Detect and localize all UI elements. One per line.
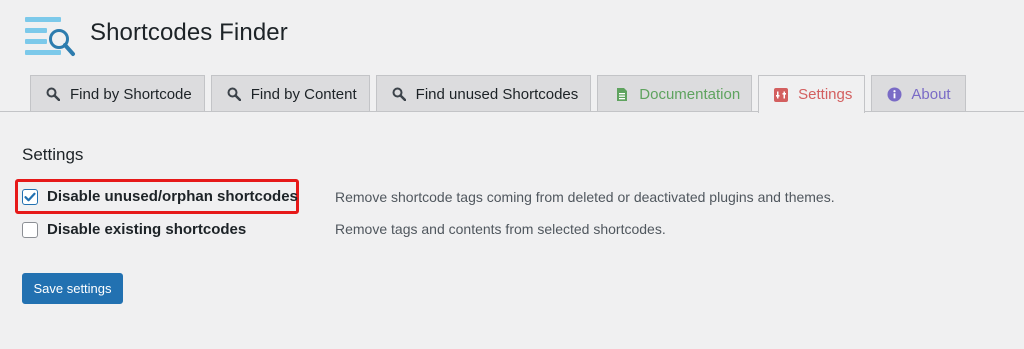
option-row-disable-unused: Disable unused/orphan shortcodes [22, 188, 298, 205]
tab-label: Find by Shortcode [70, 85, 192, 103]
tab-label: About [911, 85, 951, 103]
tab-find-unused-shortcodes[interactable]: Find unused Shortcodes [375, 75, 592, 112]
disable-unused-checkbox[interactable] [22, 188, 38, 205]
search-list-logo-icon [25, 14, 77, 58]
tab-documentation[interactable]: Documentation [597, 75, 753, 112]
disable-existing-checkbox[interactable] [22, 221, 38, 238]
tab-settings[interactable]: Settings [758, 75, 866, 113]
search-icon [391, 86, 407, 102]
option-row-disable-existing: Disable existing shortcodes [22, 221, 246, 238]
app-title: Shortcodes Finder [90, 19, 288, 46]
save-settings-button[interactable]: Save settings [22, 273, 123, 304]
app-header: Shortcodes Finder [25, 14, 288, 58]
document-icon [614, 86, 630, 102]
info-icon [886, 86, 902, 102]
tab-about[interactable]: About [871, 75, 966, 112]
tab-label: Find by Content [250, 85, 357, 103]
tabs-divider [0, 111, 1024, 112]
search-icon [45, 86, 61, 102]
checkmark-icon [24, 192, 36, 201]
tab-find-by-shortcode[interactable]: Find by Shortcode [30, 75, 205, 112]
tab-find-by-content[interactable]: Find by Content [210, 75, 370, 112]
settings-icon [773, 87, 789, 103]
option-label: Disable existing shortcodes [47, 221, 247, 238]
tab-bar: Find by Shortcode Find by Content Find u… [30, 75, 972, 113]
option-label: Disable unused/orphan shortcodes [47, 188, 298, 205]
tab-label: Documentation [639, 85, 741, 103]
tab-label: Find unused Shortcodes [415, 85, 579, 103]
option-description: Remove shortcode tags coming from delete… [335, 189, 835, 205]
option-description: Remove tags and contents from selected s… [335, 221, 666, 237]
search-icon [226, 86, 242, 102]
tab-label: Settings [798, 86, 853, 103]
settings-heading: Settings [22, 145, 84, 164]
